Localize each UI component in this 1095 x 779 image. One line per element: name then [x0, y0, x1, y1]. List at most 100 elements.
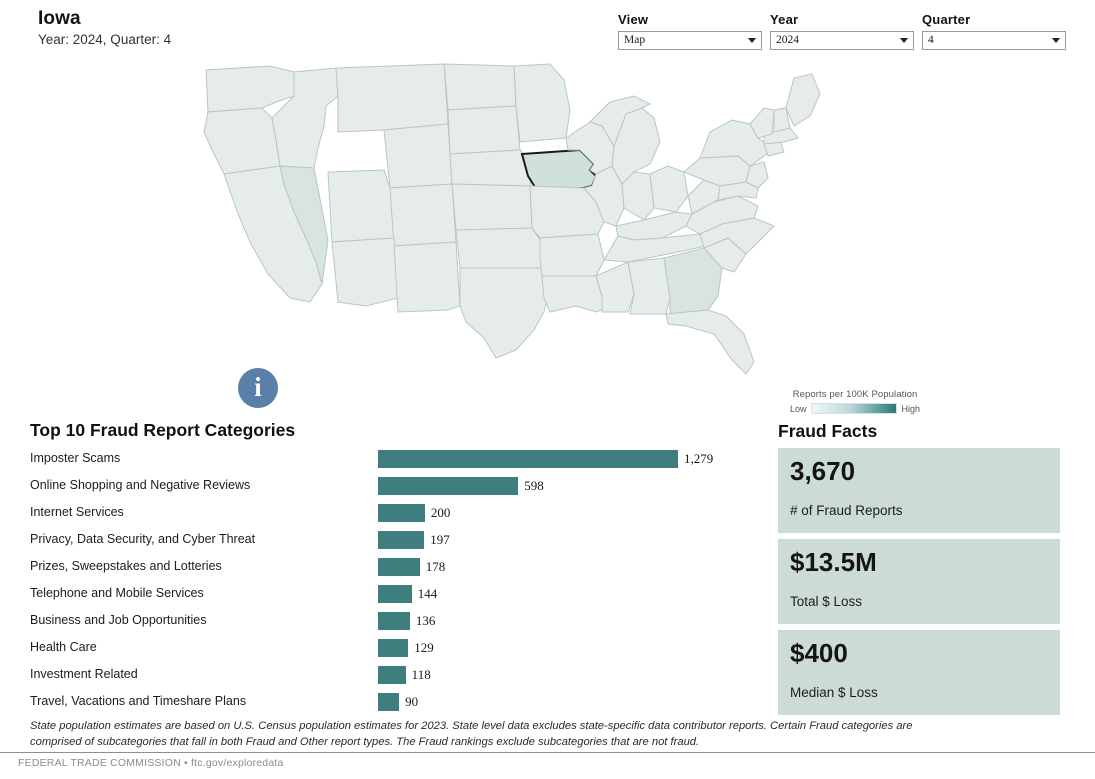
bar-fill[interactable] [378, 585, 412, 603]
view-select[interactable]: Map [618, 31, 762, 50]
bar-track [378, 612, 410, 630]
fact-value: $400 [790, 638, 848, 668]
info-icon[interactable]: i [238, 368, 278, 408]
legend-high-label: High [901, 403, 920, 414]
bar-value-label: 90 [405, 694, 419, 709]
fact-card-total-loss: $13.5M Total $ Loss [778, 539, 1060, 624]
map-svg[interactable] [198, 62, 898, 382]
bar-value-label: 197 [430, 532, 450, 547]
bar-fill[interactable] [378, 504, 425, 522]
legend-gradient-bar [810, 403, 898, 414]
us-choropleth-map[interactable]: i Reports per 100K Population Low High [0, 62, 1095, 414]
bar-track [378, 531, 425, 549]
fact-card-median-loss: $400 Median $ Loss [778, 630, 1060, 715]
state-ks [450, 183, 533, 231]
bar-track [378, 666, 406, 684]
bar-row: Telephone and Mobile Services 144 [0, 583, 760, 610]
state-al [626, 257, 671, 315]
bar-value-label: 1,279 [684, 451, 714, 466]
state-nd [442, 63, 517, 111]
state-ar [539, 233, 605, 277]
chevron-down-icon [900, 38, 908, 43]
state-sd [446, 105, 521, 155]
bar-value-label: 200 [430, 505, 451, 520]
dashboard-page: Iowa Year: 2024, Quarter: 4 View Map Yea… [0, 0, 1095, 779]
bar-category-label: Investment Related [30, 667, 138, 681]
bar-value-label: 178 [425, 559, 446, 574]
quarter-label: Quarter [922, 12, 971, 27]
year-select[interactable]: 2024 [770, 31, 914, 50]
state-ok [454, 227, 543, 269]
fact-label: # of Fraud Reports [790, 503, 903, 519]
bar-row: Business and Job Opportunities 136 [0, 610, 760, 637]
legend-scale: Low High [790, 403, 920, 414]
state-az [330, 237, 399, 307]
fraud-facts-title: Fraud Facts [778, 421, 878, 441]
bar-row: Prizes, Sweepstakes and Lotteries 178 [0, 556, 760, 583]
state-nm [392, 241, 461, 313]
bar-fill[interactable] [378, 531, 425, 549]
page-subtitle: Year: 2024, Quarter: 4 [38, 32, 172, 47]
footer-divider [0, 752, 1095, 753]
chevron-down-icon [1052, 38, 1060, 43]
quarter-control: Quarter 4 [922, 12, 1066, 50]
view-control: View Map [618, 12, 762, 50]
map-legend: Reports per 100K Population Low High [790, 389, 920, 414]
legend-low-label: Low [790, 403, 807, 414]
bar-fill[interactable] [378, 639, 409, 657]
state-ms [594, 261, 635, 313]
bar-category-label: Privacy, Data Security, and Cyber Threat [30, 532, 256, 546]
view-select-value: Map [624, 33, 646, 46]
footer-attribution: FEDERAL TRADE COMMISSION • ftc.gov/explo… [18, 757, 284, 769]
view-label: View [618, 12, 649, 27]
bar-row: Travel, Vacations and Timeshare Plans 90 [0, 691, 760, 718]
state-tx [459, 267, 551, 359]
state-fl [664, 309, 755, 375]
state-in [620, 171, 655, 221]
page-title: Iowa [38, 8, 81, 29]
bar-category-label: Business and Job Opportunities [30, 613, 207, 627]
bar-row: Health Care 129 [0, 637, 760, 664]
bar-track [378, 504, 425, 522]
state-wy [382, 123, 453, 189]
bar-fill[interactable] [378, 612, 410, 630]
bar-row: Online Shopping and Negative Reviews 598 [0, 475, 760, 502]
bar-track [378, 639, 409, 657]
state-pa [682, 155, 751, 187]
bar-row: Imposter Scams 1,279 [0, 448, 760, 475]
bar-category-label: Online Shopping and Negative Reviews [30, 478, 251, 492]
chevron-down-icon [748, 38, 756, 43]
bar-category-label: Imposter Scams [30, 451, 121, 465]
quarter-select[interactable]: 4 [922, 31, 1066, 50]
bar-fill[interactable] [378, 666, 406, 684]
bar-value-label: 598 [524, 478, 544, 493]
year-control: Year 2024 [770, 12, 914, 50]
bar-row: Investment Related 118 [0, 664, 760, 691]
bar-fill[interactable] [378, 477, 519, 495]
state-oh [648, 165, 689, 213]
bar-track [378, 450, 678, 468]
year-label: Year [770, 12, 799, 27]
bar-category-label: Telephone and Mobile Services [30, 586, 204, 600]
bar-value-label: 129 [414, 640, 434, 655]
year-select-value: 2024 [776, 33, 799, 46]
bar-category-label: Travel, Vacations and Timeshare Plans [30, 694, 247, 708]
fraud-categories-bar-chart: Imposter Scams 1,279 Online Shopping and N… [0, 448, 760, 718]
state-ut [326, 169, 395, 243]
bar-track [378, 477, 519, 495]
bar-category-label: Prizes, Sweepstakes and Lotteries [30, 559, 222, 573]
bar-value-label: 144 [417, 586, 438, 601]
footnote: State population estimates are based on … [30, 720, 913, 749]
bar-row: Privacy, Data Security, and Cyber Threat… [0, 529, 760, 556]
bar-track [378, 585, 412, 603]
bar-category-label: Health Care [30, 640, 97, 654]
bar-row: Internet Services 200 [0, 502, 760, 529]
bar-fill[interactable] [378, 693, 400, 711]
state-or [202, 107, 281, 175]
quarter-select-value: 4 [928, 33, 934, 46]
bar-fill[interactable] [378, 558, 420, 576]
bar-fill[interactable] [378, 450, 678, 468]
fact-label: Median $ Loss [790, 685, 878, 701]
fact-value: 3,670 [790, 456, 856, 486]
bar-track [378, 558, 420, 576]
